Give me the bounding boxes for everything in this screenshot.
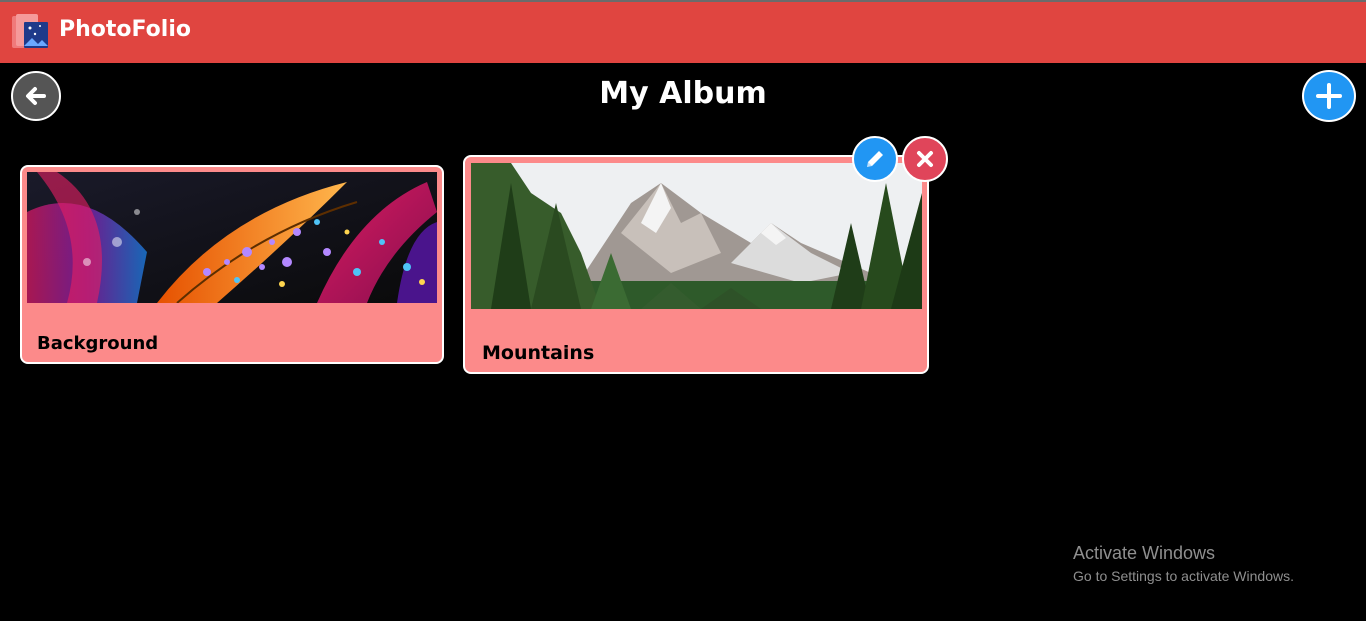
photofolio-logo-icon xyxy=(12,14,48,48)
delete-album-button[interactable] xyxy=(902,136,948,182)
album-card[interactable]: Background xyxy=(20,165,444,364)
close-icon xyxy=(917,151,933,167)
album-cover-image xyxy=(27,172,437,303)
windows-activation-title: Activate Windows xyxy=(1073,543,1216,563)
app-brand[interactable]: PhotoFolio xyxy=(59,17,191,42)
add-album-button[interactable] xyxy=(1302,70,1356,122)
plus-icon xyxy=(1316,83,1342,109)
album-title: Mountains xyxy=(482,342,595,364)
windows-activation-subtitle: Go to Settings to activate Windows. xyxy=(1073,568,1294,584)
edit-album-button[interactable] xyxy=(852,136,898,182)
album-card[interactable]: Mountains xyxy=(463,155,929,374)
mountain-landscape-image xyxy=(471,163,922,309)
album-title: Background xyxy=(37,333,159,354)
album-cover-image xyxy=(471,163,922,309)
feather-droplets-image xyxy=(27,172,437,303)
pencil-icon xyxy=(867,151,883,167)
navbar: PhotoFolio xyxy=(0,2,1366,63)
page-title: My Album xyxy=(599,76,767,111)
